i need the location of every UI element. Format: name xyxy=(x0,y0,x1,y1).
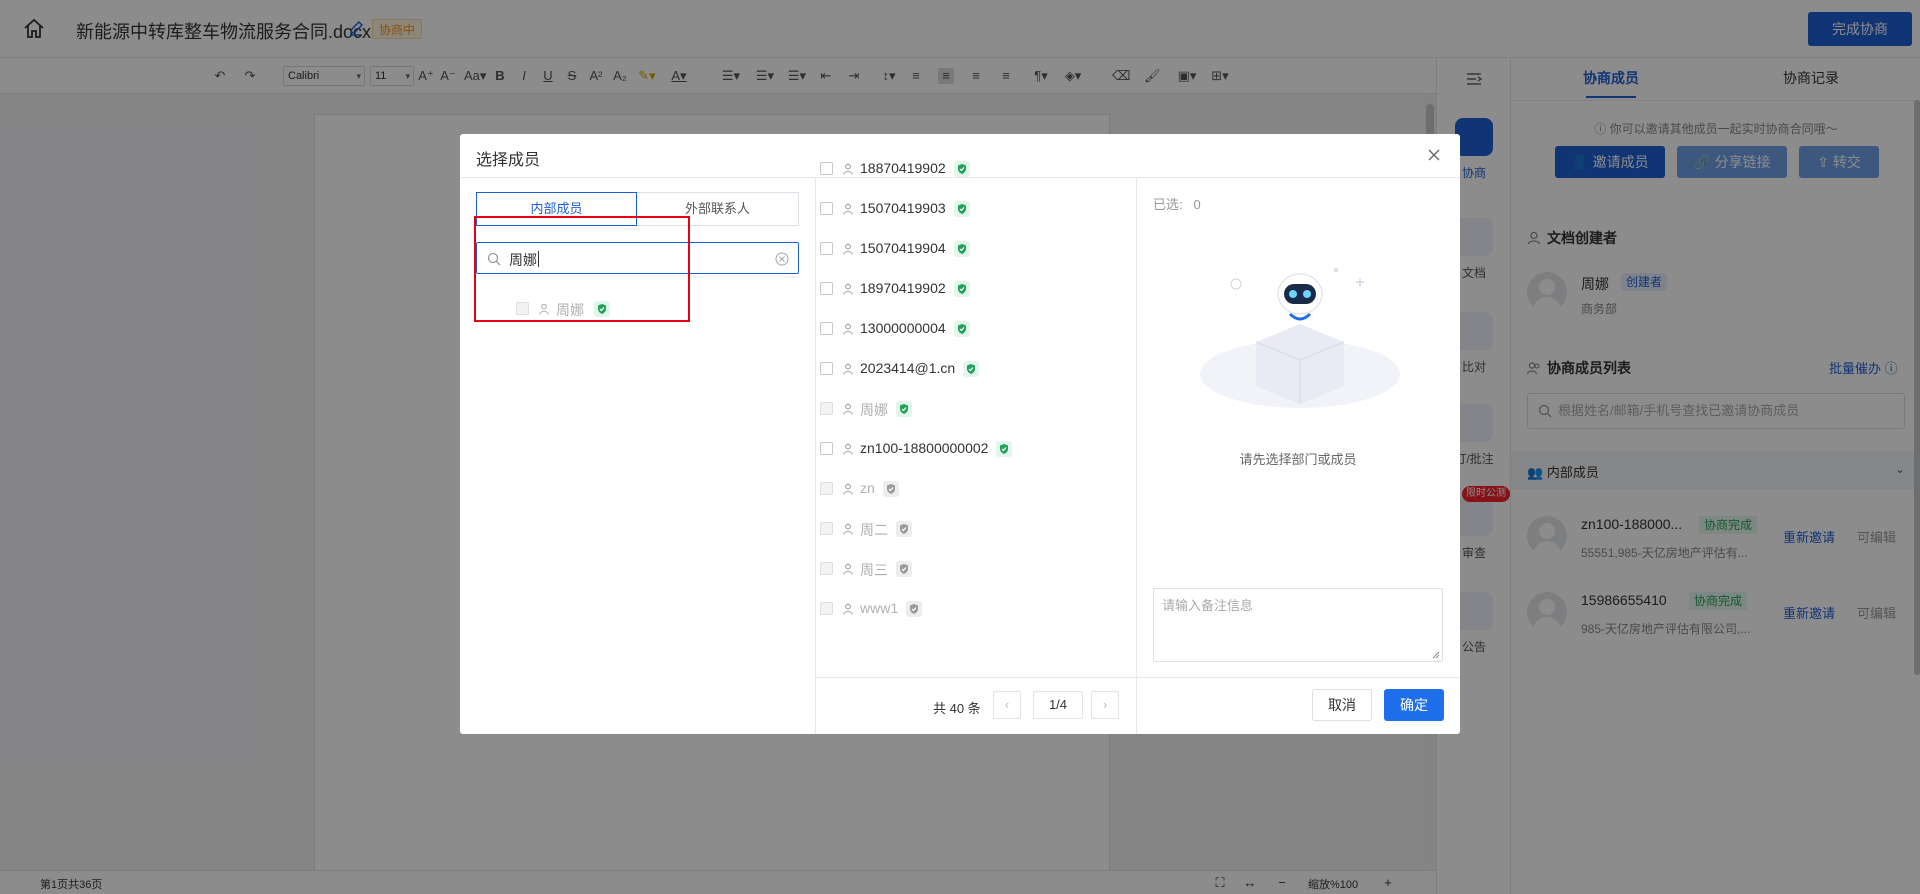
remark-textarea[interactable]: 请输入备注信息 xyxy=(1153,588,1443,662)
remark-placeholder: 请输入备注信息 xyxy=(1162,598,1254,613)
member-checkbox[interactable] xyxy=(820,602,833,615)
member-checkbox[interactable] xyxy=(820,442,833,455)
person-icon xyxy=(843,323,853,335)
divider xyxy=(460,177,1460,178)
member-checkbox[interactable] xyxy=(820,282,833,295)
member-checkbox[interactable] xyxy=(820,522,833,535)
selected-count: 已选: 0 xyxy=(1153,194,1201,213)
member-checkbox[interactable] xyxy=(820,362,833,375)
member-name: 13000000004 xyxy=(860,320,946,336)
person-icon xyxy=(843,523,853,535)
member-checkbox[interactable] xyxy=(820,402,833,415)
verified-shield-icon xyxy=(996,441,1013,457)
page-indicator: 1/4 xyxy=(1033,691,1083,719)
member-name: 18970419902 xyxy=(860,280,946,296)
verified-shield-icon xyxy=(953,241,970,257)
close-icon[interactable] xyxy=(1426,147,1442,163)
selected-label: 已选: xyxy=(1153,197,1183,212)
verified-shield-icon xyxy=(963,361,980,377)
chevron-left-icon: ‹ xyxy=(1004,697,1010,712)
verified-shield-icon xyxy=(953,161,970,177)
divider xyxy=(815,178,816,734)
member-name: zn100-18800000002 xyxy=(860,440,989,456)
person-icon xyxy=(843,243,853,255)
verified-shield-icon xyxy=(953,281,970,297)
verified-shield-icon xyxy=(953,201,970,217)
member-checkbox[interactable] xyxy=(820,202,833,215)
person-icon xyxy=(843,363,853,375)
next-page-button[interactable]: › xyxy=(1091,691,1119,719)
member-checkbox[interactable] xyxy=(820,482,833,495)
person-icon xyxy=(843,283,853,295)
member-name: zn xyxy=(860,480,875,496)
empty-state-text: 请先选择部门或成员 xyxy=(1239,452,1357,467)
chevron-right-icon: › xyxy=(1102,697,1108,712)
confirm-button[interactable]: 确定 xyxy=(1384,689,1444,721)
member-name: 2023414@1.cn xyxy=(860,360,956,376)
member-name: 18870419902 xyxy=(860,160,946,176)
highlight-annotation-box xyxy=(474,216,690,322)
member-checkbox[interactable] xyxy=(820,242,833,255)
empty-robot-illustration xyxy=(1200,268,1400,408)
person-icon xyxy=(843,603,853,615)
member-checkbox[interactable] xyxy=(820,562,833,575)
unverified-shield-icon xyxy=(896,561,912,577)
verified-shield-icon xyxy=(896,401,912,417)
member-name: 周娜 xyxy=(860,402,888,418)
unverified-shield-icon xyxy=(882,481,899,497)
verified-shield-icon xyxy=(953,321,970,337)
dialog-title: 选择成员 xyxy=(476,152,541,169)
member-checkbox[interactable] xyxy=(820,322,833,335)
clear-icon[interactable] xyxy=(775,252,789,266)
prev-page-button[interactable]: ‹ xyxy=(993,691,1021,719)
resize-handle-icon[interactable] xyxy=(1432,651,1440,659)
person-icon xyxy=(843,443,853,455)
cancel-button[interactable]: 取消 xyxy=(1312,689,1372,721)
person-icon xyxy=(843,483,853,495)
unverified-shield-icon xyxy=(896,521,912,537)
member-checkbox[interactable] xyxy=(820,162,833,175)
person-icon xyxy=(843,563,853,575)
person-icon xyxy=(843,203,853,215)
select-member-dialog: 选择成员 内部成员 外部联系人 周娜 周娜 18870419902 1507041… xyxy=(460,134,1460,734)
member-name: 15070419904 xyxy=(860,240,946,256)
member-name: 15070419903 xyxy=(860,200,946,216)
member-name: 周二 xyxy=(860,522,888,538)
person-icon xyxy=(843,163,853,175)
person-icon xyxy=(843,403,853,415)
member-name: www1 xyxy=(860,600,899,616)
unverified-shield-icon xyxy=(906,601,923,617)
selected-count-value: 0 xyxy=(1193,197,1201,212)
divider xyxy=(816,677,1460,678)
member-name: 周三 xyxy=(860,562,888,578)
total-count: 共 40 条 xyxy=(933,701,981,716)
